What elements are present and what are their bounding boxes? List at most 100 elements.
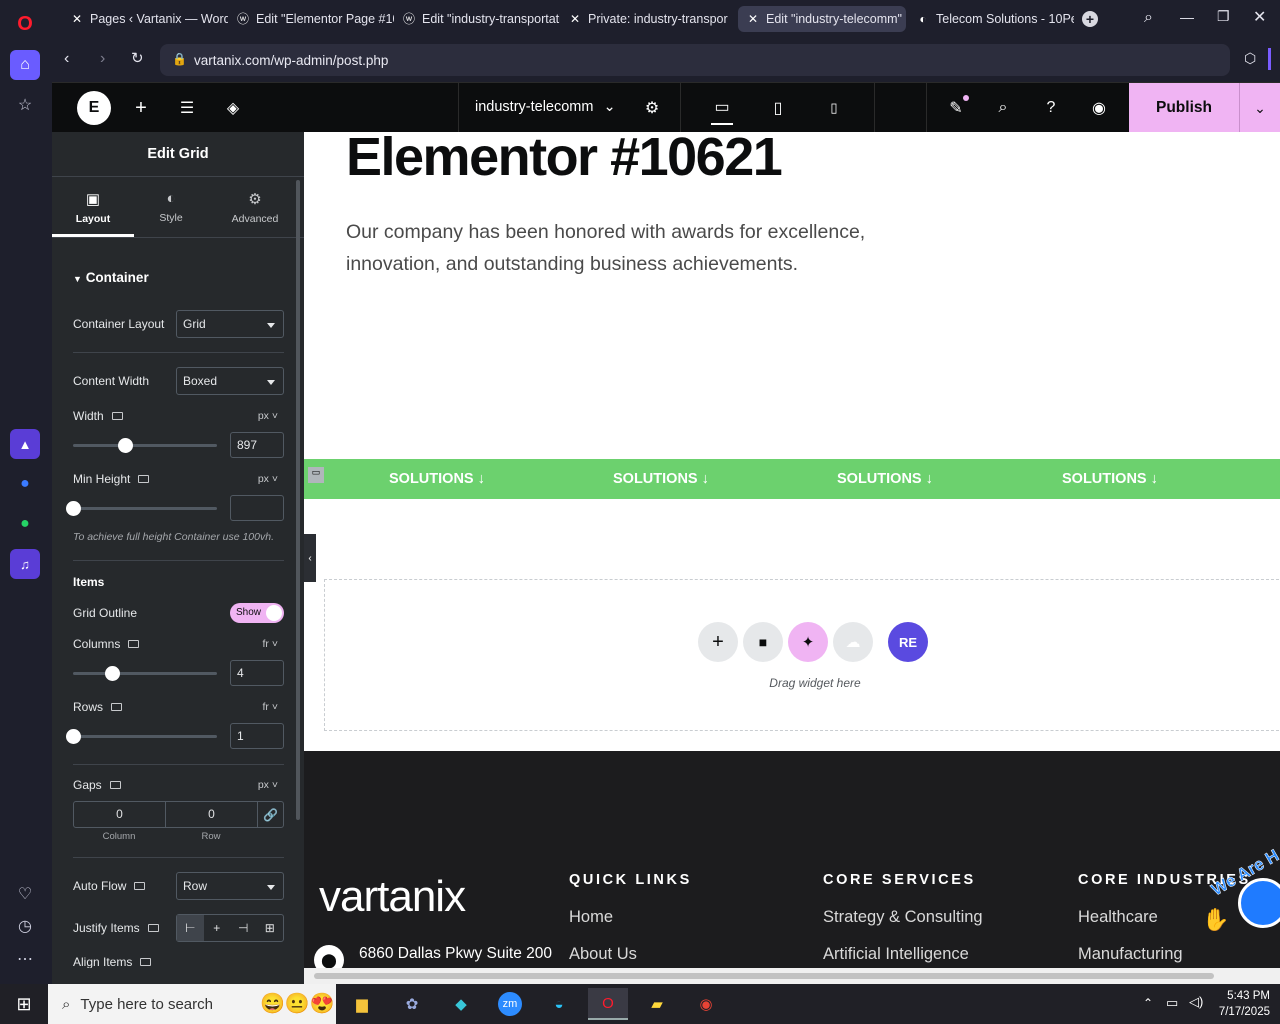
collapse-panel-button[interactable]: ‹ [304, 534, 316, 582]
add-element-icon[interactable]: + [130, 97, 152, 119]
help-icon[interactable]: ? [1040, 97, 1062, 119]
min-height-unit-select[interactable]: px ˅ [258, 473, 278, 485]
more-icon[interactable]: ⋯ [10, 944, 40, 974]
width-unit-select[interactable]: px ˅ [258, 410, 278, 422]
gap-column-input[interactable]: 0 [74, 802, 166, 827]
whatsapp-icon[interactable]: ● [10, 509, 40, 539]
container-section-toggle[interactable]: ▼ Container [73, 270, 149, 285]
extensions-icon[interactable]: ⬡ [1244, 50, 1256, 67]
star-icon[interactable]: ☆ [10, 90, 40, 120]
tab-search-icon[interactable]: ⌕ [1144, 9, 1153, 27]
edge-icon[interactable]: ◒ [539, 988, 579, 1020]
network-icon[interactable]: ▭ [1166, 995, 1178, 1011]
footer-link-home[interactable]: Home [569, 908, 613, 927]
tab-edit-elementor-page[interactable]: ⓦ Edit "Elementor Page #10 [228, 6, 394, 32]
tray-chevron-icon[interactable]: ⌃ [1143, 996, 1153, 1010]
add-section-icon[interactable]: + [698, 622, 738, 662]
link-icon[interactable]: 🔗 [258, 808, 283, 822]
intro-paragraph[interactable]: Our company has been honored with awards… [346, 216, 865, 280]
gaps-unit-select[interactable]: px ˅ [258, 779, 278, 791]
min-height-slider-knob[interactable] [66, 501, 81, 516]
notifications-icon[interactable]: ✎ [945, 95, 969, 119]
columns-unit-select[interactable]: fr ˅ [263, 638, 278, 650]
rows-slider-knob[interactable] [66, 729, 81, 744]
rows-slider[interactable] [66, 729, 217, 744]
columns-slider-knob[interactable] [104, 666, 120, 681]
history-icon[interactable]: ◷ [10, 911, 40, 941]
re-addon-icon[interactable]: RE [888, 622, 928, 662]
tab-edit-industry-telecomm[interactable]: ✕ Edit "industry-telecomm" [738, 6, 906, 32]
tab-style[interactable]: ◐ Style [134, 190, 208, 224]
heart-icon[interactable]: ♡ [10, 879, 40, 909]
justify-start-icon[interactable]: ⊢ [177, 915, 204, 941]
music-icon[interactable]: ♫ [10, 549, 40, 579]
restore-button[interactable]: ❐ [1217, 8, 1230, 25]
rows-unit-select[interactable]: fr ˅ [263, 701, 278, 713]
back-button[interactable]: ‹ [64, 50, 69, 68]
aria-icon[interactable]: ▲ [10, 429, 40, 459]
file-explorer-icon[interactable]: ▆ [342, 988, 382, 1020]
width-slider[interactable] [73, 438, 217, 453]
solutions-ticker[interactable]: ▭ SOLUTIONS ↓ SOLUTIONS ↓ SOLUTIONS ↓ SO… [304, 459, 1280, 499]
chrome-icon[interactable]: ◉ [686, 988, 726, 1020]
width-slider-knob[interactable] [117, 438, 133, 453]
grid-outline-toggle[interactable]: Show [230, 603, 284, 623]
publish-button[interactable]: Publish [1129, 83, 1239, 133]
auto-flow-select[interactable]: Row [176, 872, 284, 900]
paint-icon[interactable]: ✿ [392, 988, 432, 1020]
app-diamond-icon[interactable]: ◆ [441, 988, 481, 1020]
canvas-scrollbar-thumb[interactable] [314, 973, 1214, 979]
min-height-slider[interactable] [66, 501, 217, 516]
footer-link-about[interactable]: About Us [569, 945, 637, 964]
ai-sparkle-icon[interactable]: ✦ [788, 622, 828, 662]
justify-end-icon[interactable]: ⊣ [230, 915, 257, 941]
content-width-select[interactable]: Boxed [176, 367, 284, 395]
close-window-button[interactable]: ✕ [1253, 7, 1266, 27]
mobile-view-icon[interactable]: ▯ [823, 97, 845, 119]
tab-layout[interactable]: ▣ Layout [52, 190, 134, 225]
grid-handle-icon[interactable]: ▭ [308, 467, 324, 483]
footer-link-healthcare[interactable]: Healthcare [1078, 908, 1158, 927]
panel-scrollbar[interactable] [296, 180, 300, 820]
columns-slider[interactable] [73, 666, 217, 681]
template-library-icon[interactable]: ■ [743, 622, 783, 662]
width-input[interactable]: 897 [230, 432, 284, 458]
minimize-button[interactable]: — [1180, 9, 1194, 25]
gap-row-input[interactable]: 0 [166, 802, 258, 827]
drop-zone[interactable]: + ■ ✦ ☁ RE Drag widget here [324, 579, 1280, 731]
forward-button[interactable]: › [100, 50, 105, 68]
cloud-templates-icon[interactable]: ☁ [833, 622, 873, 662]
tab-pages[interactable]: ✕ Pages ‹ Vartanix — WordP [62, 6, 228, 32]
footer-link-ai[interactable]: Artificial Intelligence [823, 945, 969, 964]
chat-widget-icon[interactable] [1238, 878, 1280, 928]
tab-private-industry-transport[interactable]: ✕ Private: industry-transpor [560, 6, 736, 32]
search-icon[interactable]: ⌕ [992, 97, 1014, 119]
justify-center-icon[interactable]: + [204, 915, 231, 941]
windows-start-icon[interactable]: ⊞ [4, 988, 44, 1020]
home-icon[interactable]: ⌂ [10, 50, 40, 80]
zoom-icon[interactable]: zm [490, 988, 530, 1020]
reload-button[interactable]: ↻ [131, 49, 144, 67]
tab-edit-industry-transportation[interactable]: ⓦ Edit "industry-transportati [394, 6, 560, 32]
url-field[interactable]: 🔒 vartanix.com/wp-admin/post.php [160, 44, 1230, 76]
volume-icon[interactable]: ◁) [1189, 994, 1203, 1010]
page-heading[interactable]: Elementor #10621 [346, 132, 783, 188]
justify-stretch-icon[interactable]: ⊞ [257, 915, 284, 941]
desktop-view-icon[interactable]: ▭ [711, 91, 733, 125]
footer-link-manufacturing[interactable]: Manufacturing [1078, 945, 1183, 964]
messenger-icon[interactable]: ● [10, 469, 40, 499]
new-tab-button[interactable]: + [1082, 11, 1098, 27]
sticky-notes-icon[interactable]: ▰ [637, 988, 677, 1020]
rows-input[interactable]: 1 [230, 723, 284, 749]
tab-advanced[interactable]: ⚙ Advanced [212, 190, 298, 225]
columns-input[interactable]: 4 [230, 660, 284, 686]
preview-icon[interactable]: ◉ [1088, 97, 1110, 119]
footer-link-strategy[interactable]: Strategy & Consulting [823, 908, 983, 927]
structure-icon[interactable]: ◈ [222, 97, 244, 119]
taskbar-search-box[interactable]: ⌕ Type here to search 😄😐😍 [48, 984, 336, 1024]
system-clock[interactable]: 5:43 PM 7/17/2025 [1210, 988, 1270, 1020]
container-layout-select[interactable]: Grid [176, 310, 284, 338]
opera-logo-icon[interactable]: O [10, 9, 40, 39]
tablet-view-icon[interactable]: ▯ [767, 97, 789, 119]
publish-options-chevron-icon[interactable]: ⌄ [1239, 83, 1280, 133]
